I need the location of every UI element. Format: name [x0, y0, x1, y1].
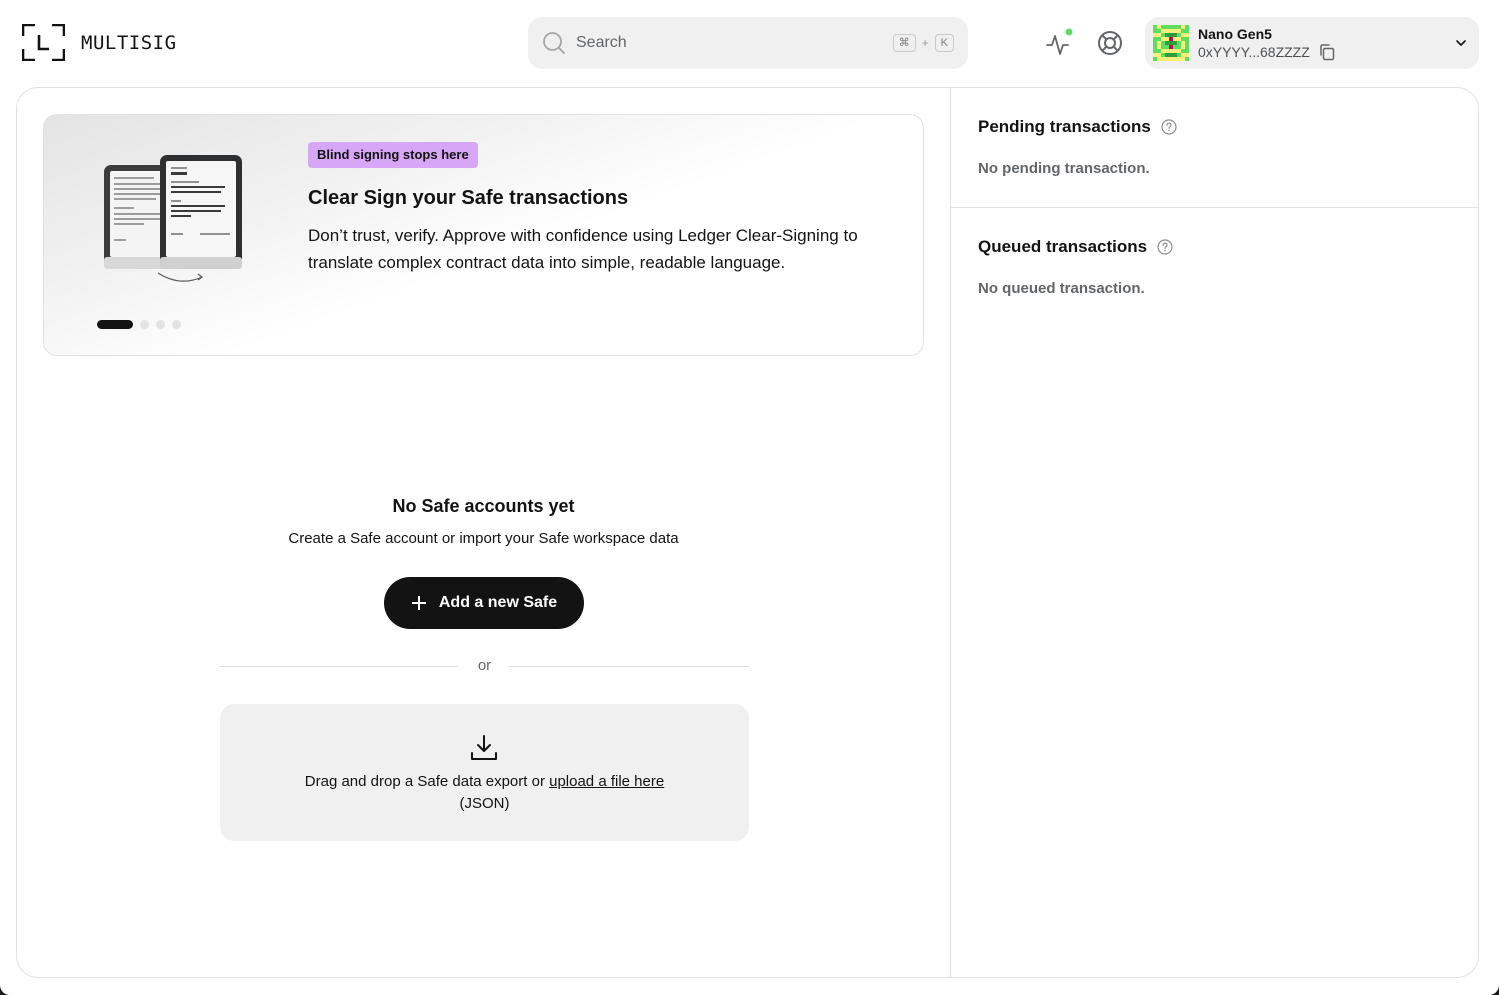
chevron-down-icon[interactable] — [1453, 35, 1469, 51]
question-circle-icon[interactable] — [1161, 119, 1177, 135]
queued-transactions-section: Queued transactions No queued transactio… — [951, 208, 1478, 328]
empty-state-subtitle: Create a Safe account or import your Saf… — [288, 530, 679, 547]
question-circle-icon[interactable] — [1157, 239, 1173, 255]
wallet-address-row: 0xYYYY...68ZZZZ — [1198, 43, 1453, 61]
dropzone-suffix: (JSON) — [459, 795, 510, 812]
promo-banner: Blind signing stops here Clear Sign your… — [43, 114, 924, 356]
search-bar[interactable]: ⌘ + K — [528, 17, 968, 69]
window-frame-inner — [0, 985, 1499, 995]
lifebuoy-icon — [1098, 31, 1122, 55]
pending-title-text: Pending transactions — [978, 117, 1151, 136]
wallet-menu[interactable]: Nano Gen5 0xYYYY...68ZZZZ — [1145, 17, 1479, 69]
copy-icon[interactable] — [1318, 43, 1336, 61]
banner-title: Clear Sign your Safe transactions — [308, 187, 629, 209]
carousel-dot-1[interactable] — [97, 320, 133, 329]
carousel-dot-2[interactable] — [140, 320, 149, 329]
main-panel: Blind signing stops here Clear Sign your… — [16, 87, 1479, 978]
dropzone-text: Drag and drop a Safe data export or uplo… — [220, 771, 749, 815]
queued-transactions-title: Queued transactions — [978, 237, 1173, 257]
download-icon — [471, 735, 497, 760]
pending-transactions-section: Pending transactions No pending transact… — [951, 88, 1478, 208]
plus-icon — [411, 596, 426, 610]
ledger-devices-image — [104, 155, 242, 282]
wallet-info: Nano Gen5 0xYYYY...68ZZZZ — [1198, 26, 1453, 61]
carousel-dots — [97, 320, 181, 329]
carousel-dot-4[interactable] — [172, 320, 181, 329]
search-icon — [543, 32, 565, 54]
or-divider: or — [220, 656, 749, 676]
wallet-name: Nano Gen5 — [1198, 25, 1272, 42]
shortcut-k-key: K — [934, 34, 954, 52]
pending-transactions-title: Pending transactions — [978, 117, 1177, 137]
or-line-right — [509, 666, 749, 667]
queued-title-text: Queued transactions — [978, 237, 1148, 256]
empty-state-title: No Safe accounts yet — [392, 496, 575, 516]
activity-icon — [1046, 28, 1073, 55]
search-shortcut: ⌘ + K — [892, 34, 954, 52]
top-bar: MULTISIG ⌘ + K — [0, 0, 1499, 86]
upload-file-link[interactable]: upload a file here — [549, 773, 664, 790]
shortcut-mod-key: ⌘ — [892, 34, 916, 52]
dropzone-prefix: Drag and drop a Safe data export or — [304, 773, 550, 790]
banner-badge: Blind signing stops here — [308, 142, 478, 168]
add-new-safe-label: Add a new Safe — [438, 594, 558, 611]
logo-mark-icon — [22, 24, 65, 61]
app-name: MULTISIG — [81, 31, 177, 54]
wallet-address: 0xYYYY...68ZZZZ — [1198, 43, 1310, 60]
app-logo[interactable]: MULTISIG — [22, 24, 177, 61]
import-dropzone[interactable]: Drag and drop a Safe data export or uplo… — [220, 704, 749, 841]
help-button[interactable] — [1094, 27, 1126, 59]
queued-empty-text: No queued transaction. — [978, 280, 1145, 297]
carousel-dot-3[interactable] — [156, 320, 165, 329]
activity-button[interactable] — [1042, 28, 1074, 60]
search-input[interactable] — [576, 34, 893, 52]
pending-empty-text: No pending transaction. — [978, 160, 1150, 177]
add-new-safe-button[interactable]: Add a new Safe — [384, 577, 584, 629]
wallet-avatar — [1153, 25, 1189, 61]
banner-description: Don’t trust, verify. Approve with confid… — [308, 226, 858, 272]
shortcut-plus: + — [921, 36, 929, 50]
